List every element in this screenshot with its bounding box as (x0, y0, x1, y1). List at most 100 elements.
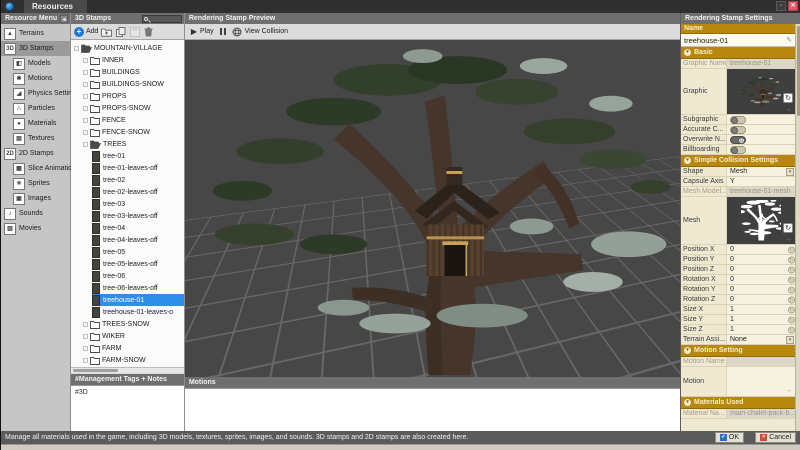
tree-row-tree-05[interactable]: tree-05 (71, 246, 184, 258)
tree-row-props[interactable]: PROPS (71, 90, 184, 102)
play-button[interactable]: ▶ Play (191, 28, 214, 36)
open-resource-arrow-icon[interactable]: → (785, 106, 792, 113)
tree-row-treehouse-01-leaves-o[interactable]: treehouse-01-leaves-o (71, 306, 184, 318)
sidebar-item-physics-settings[interactable]: ◢Physics Settings (1, 86, 70, 101)
settings-vertical-scrollbar[interactable] (795, 24, 800, 431)
tree-row-tree-02-leaves-off[interactable]: tree-02-leaves-off (71, 186, 184, 198)
open-resource-arrow-icon[interactable]: → (785, 236, 792, 243)
pause-button[interactable] (220, 28, 226, 35)
reset-value-icon[interactable]: ↻ (788, 276, 795, 283)
toggle-subgraphic[interactable] (730, 116, 746, 124)
swap-graphic-icon[interactable]: ↻ (783, 223, 793, 233)
tree-expander[interactable] (83, 346, 88, 351)
export-icon[interactable] (129, 26, 140, 37)
tags-notes-area[interactable]: #3D (71, 385, 184, 431)
field-value[interactable]: 1 (727, 315, 795, 324)
sidebar-item-models[interactable]: ◧Models (1, 56, 70, 71)
tree-row-tree-01-leaves-off[interactable]: tree-01-leaves-off (71, 162, 184, 174)
field-value[interactable]: 0 (727, 265, 795, 274)
sidebar-item-materials[interactable]: ●Materials (1, 116, 70, 131)
tree-expander[interactable] (83, 82, 88, 87)
tree-row-tree-06-leaves-off[interactable]: tree-06-leaves-off (71, 282, 184, 294)
field-value[interactable]: Y (727, 177, 795, 186)
tree-row-tree-05-leaves-off[interactable]: tree-05-leaves-off (71, 258, 184, 270)
tree-row-tree-03[interactable]: tree-03 (71, 198, 184, 210)
tree-expander[interactable] (83, 358, 88, 363)
tree-expander[interactable] (83, 70, 88, 75)
tree-row-buildings-snow[interactable]: BUILDINGS-SNOW (71, 78, 184, 90)
field-value[interactable]: Mesh (727, 167, 795, 176)
tree-row-tree-06[interactable]: tree-06 (71, 270, 184, 282)
field-value[interactable]: 0 (727, 295, 795, 304)
mesh-thumbnail[interactable]: ↻→ (727, 197, 795, 244)
preview-viewport[interactable] (185, 40, 680, 377)
edit-pencil-icon[interactable]: ✎ (786, 36, 792, 44)
tree-expander[interactable] (83, 118, 88, 123)
tree-expander[interactable] (83, 94, 88, 99)
dropdown-icon[interactable]: ▾ (786, 168, 794, 176)
tree-row-farm[interactable]: FARM (71, 342, 184, 354)
reset-value-icon[interactable]: ↻ (788, 256, 795, 263)
new-folder-icon[interactable] (101, 26, 112, 37)
tree-row-fence-snow[interactable]: FENCE-SNOW (71, 126, 184, 138)
tree-horizontal-scrollbar[interactable] (71, 367, 184, 373)
reset-value-icon[interactable]: ↻ (788, 306, 795, 313)
tree-row-farm-snow[interactable]: FARM-SNOW (71, 354, 184, 366)
window-close-button[interactable]: ✕ (788, 1, 798, 11)
tree-row-props-snow[interactable]: PROPS-SNOW (71, 102, 184, 114)
tree-row-fence[interactable]: FENCE (71, 114, 184, 126)
section-header-materials-used[interactable]: ▾Materials Used (681, 397, 795, 409)
tree-expander[interactable] (83, 106, 88, 111)
swap-graphic-icon[interactable]: ↻ (783, 93, 793, 103)
tree-expander[interactable] (83, 334, 88, 339)
field-value[interactable]: None (727, 335, 795, 344)
tree-expander[interactable] (83, 142, 88, 147)
toggle-billboarding[interactable] (730, 146, 746, 154)
tree-row-tree-04-leaves-off[interactable]: tree-04-leaves-off (71, 234, 184, 246)
reset-value-icon[interactable]: ↻ (788, 266, 795, 273)
sidebar-item-terrains[interactable]: ▲Terrains (1, 26, 70, 41)
tree-row-tree-01[interactable]: tree-01 (71, 150, 184, 162)
reset-value-icon[interactable]: ↻ (788, 296, 795, 303)
name-input[interactable]: treehouse-01✎ (681, 34, 795, 47)
resources-tab[interactable]: Resources (24, 0, 87, 13)
tree-row-inner[interactable]: INNER (71, 54, 184, 66)
graphic-thumbnail[interactable]: ↻→ (727, 69, 795, 114)
add-button[interactable]: + Add (74, 27, 98, 37)
reset-value-icon[interactable]: ↻ (788, 246, 795, 253)
tree-expander[interactable] (83, 130, 88, 135)
dropdown-icon[interactable]: ▾ (786, 336, 794, 344)
duplicate-icon[interactable] (115, 26, 126, 37)
section-header-basic[interactable]: ▾Basic (681, 47, 795, 59)
cancel-button[interactable]: ✕ Cancel (755, 432, 796, 443)
field-value[interactable]: 1 (727, 305, 795, 314)
reset-value-icon[interactable]: ↻ (788, 326, 795, 333)
tree-row-mountain-village[interactable]: MOUNTAIN-VILLAGE (71, 42, 184, 54)
tree-row-tree-04[interactable]: tree-04 (71, 222, 184, 234)
reset-value-icon[interactable]: ↻ (788, 286, 795, 293)
window-pin-button[interactable]: ▫ (776, 1, 786, 11)
delete-icon[interactable] (143, 26, 154, 37)
field-value[interactable]: 0 (727, 285, 795, 294)
tree-row-tree-02[interactable]: tree-02 (71, 174, 184, 186)
tree-row-buildings[interactable]: BUILDINGS (71, 66, 184, 78)
ok-button[interactable]: ✔ OK (715, 432, 744, 443)
sidebar-item-sprites[interactable]: ✳Sprites (1, 176, 70, 191)
tree-row-trees[interactable]: TREES (71, 138, 184, 150)
sidebar-item-2d-stamps[interactable]: 2D2D Stamps (1, 146, 70, 161)
tree-expander[interactable] (74, 46, 79, 51)
reset-value-icon[interactable]: ↻ (788, 316, 795, 323)
field-value[interactable]: 0 (727, 245, 795, 254)
toggle-accurate-c[interactable] (730, 126, 746, 134)
section-header-simple-collision-settings[interactable]: ▾Simple Collision Settings (681, 155, 795, 167)
tree-expander[interactable] (83, 322, 88, 327)
toggle-overwrite-n[interactable]: 0 (730, 136, 746, 144)
sidebar-item-images[interactable]: ▣Images (1, 191, 70, 206)
view-collision-button[interactable]: View Collision (232, 27, 288, 37)
sidebar-item-sounds[interactable]: ♪Sounds (1, 206, 70, 221)
sidebar-item-movies[interactable]: ▥Movies (1, 221, 70, 236)
section-header-motion-setting[interactable]: ▾Motion Setting (681, 345, 795, 357)
sidebar-item-3d-stamps[interactable]: 3D3D Stamps (1, 41, 70, 56)
tree-row-tree-03-leaves-off[interactable]: tree-03-leaves-off (71, 210, 184, 222)
sidebar-item-particles[interactable]: ∴Particles (1, 101, 70, 116)
